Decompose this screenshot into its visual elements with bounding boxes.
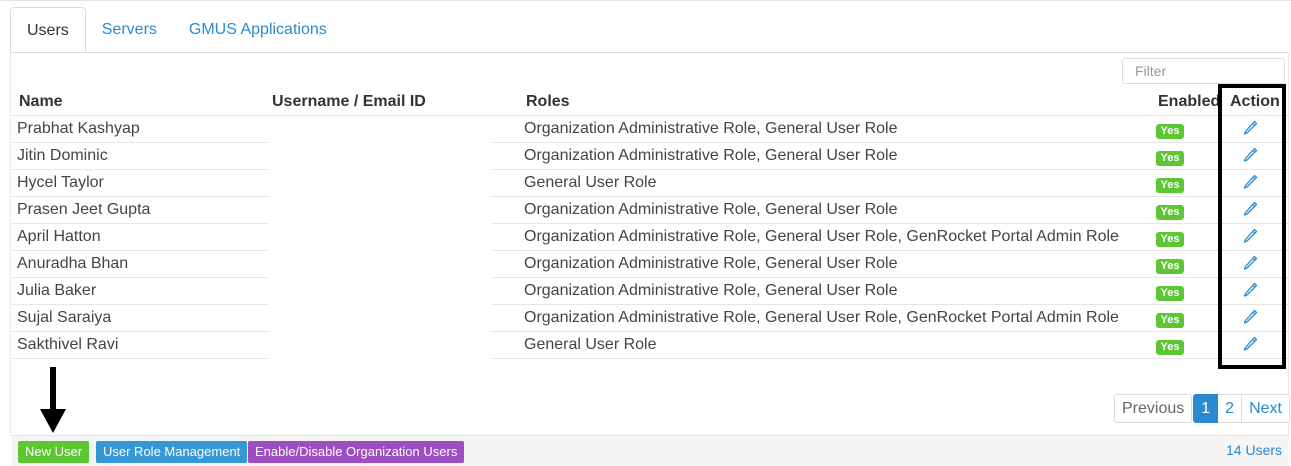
pagination: Previous 1 2 Next xyxy=(1114,394,1290,423)
table-row: Julia Baker Organization Administrative R… xyxy=(12,278,1288,305)
column-header-enabled[interactable]: Enabled xyxy=(1158,93,1220,111)
tab-bar: Users Servers GMUS Applications xyxy=(10,7,343,53)
user-roles: Organization Administrative Role, Genera… xyxy=(524,120,898,137)
user-roles: Organization Administrative Role, Genera… xyxy=(524,282,898,299)
user-count: 14 Users xyxy=(1226,442,1283,458)
enabled-badge: Yes xyxy=(1156,286,1184,301)
table-row: April Hatton Organization Administrative … xyxy=(12,224,1288,251)
enabled-badge: Yes xyxy=(1156,259,1184,274)
table-row: Sakthivel Ravi General User Role Yes xyxy=(12,332,1288,359)
tab-users[interactable]: Users xyxy=(10,7,86,53)
user-roles: General User Role xyxy=(524,174,657,191)
enabled-badge: Yes xyxy=(1156,205,1184,220)
panel-border-right xyxy=(1288,52,1289,436)
table-row: Hycel Taylor General User Role Yes xyxy=(12,170,1288,197)
users-panel: Users Servers GMUS Applications Name Use… xyxy=(0,0,1291,466)
pagination-page-1[interactable]: 1 xyxy=(1193,394,1219,423)
table-row: Prabhat Kashyap Organization Administrati… xyxy=(12,116,1288,143)
user-name: April Hatton xyxy=(17,228,101,245)
user-name: Anuradha Bhan xyxy=(17,255,129,272)
enable-disable-users-button[interactable]: Enable/Disable Organization Users xyxy=(248,441,465,463)
pagination-page-2[interactable]: 2 xyxy=(1218,394,1243,423)
row-divider xyxy=(12,358,268,359)
user-name: Sujal Saraiya xyxy=(17,309,112,326)
table-row: Jitin Dominic Organization Administrative… xyxy=(12,143,1288,170)
user-name: Prasen Jeet Gupta xyxy=(17,201,151,218)
enabled-badge: Yes xyxy=(1156,124,1184,139)
row-divider xyxy=(492,358,1288,359)
pagination-next-button[interactable]: Next xyxy=(1242,394,1290,423)
table-row: Sujal Saraiya Organization Administrative… xyxy=(12,305,1288,332)
tab-servers[interactable]: Servers xyxy=(86,7,173,53)
panel-border-left xyxy=(10,52,11,436)
column-header-name[interactable]: Name xyxy=(19,93,63,111)
user-name: Jitin Dominic xyxy=(17,147,108,164)
user-role-management-button[interactable]: User Role Management xyxy=(96,441,248,463)
enabled-badge: Yes xyxy=(1156,178,1184,193)
user-roles: Organization Administrative Role, Genera… xyxy=(524,309,1119,326)
user-name: Sakthivel Ravi xyxy=(17,336,119,353)
tab-divider xyxy=(10,52,1289,53)
down-arrow-annotation-shaft xyxy=(50,367,56,411)
user-roles: Organization Administrative Role, Genera… xyxy=(524,255,898,272)
column-header-username[interactable]: Username / Email ID xyxy=(272,93,426,111)
column-header-roles[interactable]: Roles xyxy=(526,93,570,111)
user-roles: Organization Administrative Role, Genera… xyxy=(524,147,898,164)
user-roles: General User Role xyxy=(524,336,657,353)
filter-input[interactable] xyxy=(1122,58,1285,84)
table-row: Prasen Jeet Gupta Organization Administra… xyxy=(12,197,1288,224)
enabled-badge: Yes xyxy=(1156,151,1184,166)
user-name: Hycel Taylor xyxy=(17,174,104,191)
new-user-button[interactable]: New User xyxy=(18,441,90,463)
enabled-badge: Yes xyxy=(1156,340,1184,355)
user-roles: Organization Administrative Role, Genera… xyxy=(524,228,1119,245)
down-arrow-annotation-head xyxy=(40,409,66,433)
action-column-highlight-box xyxy=(1218,84,1286,369)
user-name: Prabhat Kashyap xyxy=(17,120,140,137)
tab-gmus-applications[interactable]: GMUS Applications xyxy=(173,7,343,53)
table-row: Anuradha Bhan Organization Administrative… xyxy=(12,251,1288,278)
enabled-badge: Yes xyxy=(1156,232,1184,247)
pagination-previous-button[interactable]: Previous xyxy=(1114,394,1193,423)
enabled-badge: Yes xyxy=(1156,313,1184,328)
user-name: Julia Baker xyxy=(17,282,97,299)
user-roles: Organization Administrative Role, Genera… xyxy=(524,201,898,218)
